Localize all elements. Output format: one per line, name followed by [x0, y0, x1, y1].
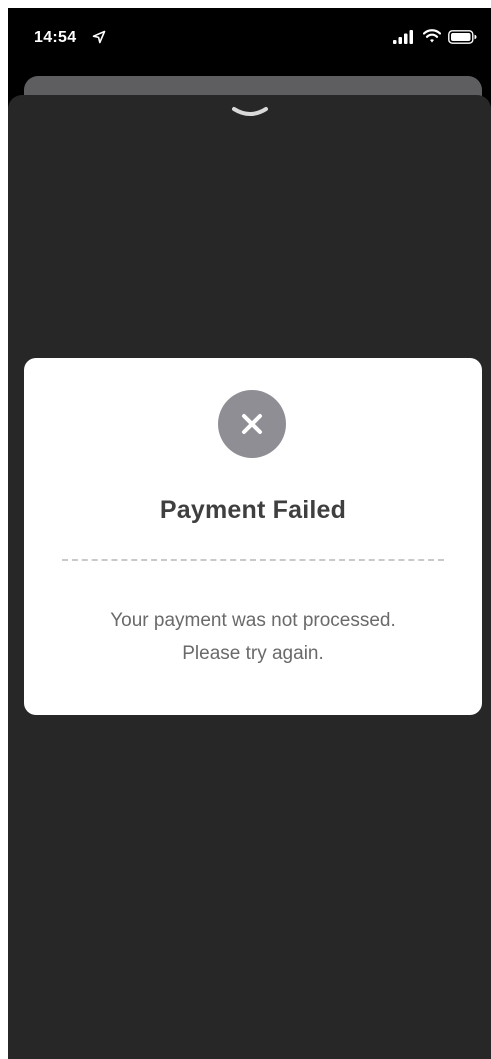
dialog-message-line-1: Your payment was not processed. [110, 610, 396, 631]
payment-failed-dialog: Payment Failed Your payment was not proc… [24, 358, 482, 715]
cellular-signal-icon [393, 30, 413, 44]
location-arrow-icon [92, 30, 106, 44]
dialog-divider [62, 559, 444, 561]
status-time: 14:54 [34, 29, 77, 46]
phone-screen: 14:54 Payment Failed Your payment was no… [8, 8, 491, 1059]
dialog-message-line-2: Please try again. [182, 643, 324, 664]
dialog-title: Payment Failed [159, 496, 347, 524]
wifi-icon [423, 29, 441, 43]
battery-icon [448, 30, 477, 44]
close-icon [242, 414, 262, 434]
status-bar: 14:54 [8, 8, 491, 66]
chevron-down-icon[interactable] [231, 106, 269, 120]
error-badge [218, 390, 286, 458]
dialog-message: Your payment was not processed. Please t… [44, 604, 462, 670]
